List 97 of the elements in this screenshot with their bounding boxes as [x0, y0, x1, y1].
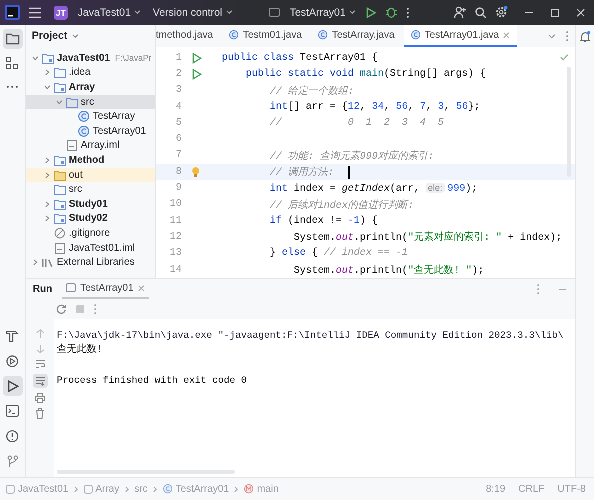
tree-item[interactable]: Study01 — [26, 196, 155, 212]
run-icon[interactable] — [2, 376, 22, 396]
line-number: 10 — [168, 199, 182, 210]
tree-item[interactable]: Method — [26, 153, 155, 168]
tool-window-title: Run — [33, 284, 52, 294]
tree-item[interactable]: src — [26, 182, 155, 197]
view-mode-dropdown[interactable]: Project — [32, 30, 79, 42]
code-line: public class TestArray01 { — [222, 52, 378, 64]
chevron-down-icon — [226, 10, 233, 15]
code-line: int index = getIndex(arr, ele: 999); — [269, 182, 478, 195]
app-logo-icon — [5, 5, 20, 20]
arrow-up-icon[interactable] — [36, 329, 44, 339]
tree-item[interactable]: out — [26, 168, 155, 182]
tree-item[interactable]: Array.iml — [26, 138, 155, 154]
code-line: // 后续对index的值进行判断: — [269, 198, 414, 212]
scroll-to-end-button[interactable] — [32, 374, 48, 388]
debug-icon[interactable] — [385, 6, 398, 19]
line-number: 7 — [174, 150, 182, 162]
line-number: 11 — [168, 216, 182, 227]
tree-item[interactable]: .idea — [26, 66, 155, 80]
project-path: F:\JavaPr — [115, 53, 152, 64]
chevron-down-icon[interactable] — [548, 34, 556, 38]
tree-item[interactable]: External Libraries — [26, 255, 155, 270]
line-number: 13 — [168, 248, 182, 260]
line-number: 6 — [174, 134, 182, 146]
line-number: 1 — [174, 52, 182, 64]
rerun-icon[interactable] — [56, 304, 67, 314]
code-line: public static void main(String[] args) { — [245, 68, 486, 80]
chevron-down-icon — [72, 34, 79, 38]
excluded-folder-icon — [54, 170, 66, 181]
code-line: System.out.println("查无此数! "); — [293, 264, 484, 277]
source-folder-icon — [54, 184, 66, 196]
folder-icon[interactable] — [2, 29, 22, 49]
file-icon — [54, 242, 66, 254]
ignore-file-icon — [54, 228, 66, 239]
close-icon[interactable] — [576, 8, 586, 18]
add-user-icon[interactable] — [454, 6, 467, 19]
console-output-line: 查无此数! — [57, 343, 104, 358]
project-name-dropdown[interactable]: JavaTest01 — [76, 6, 144, 18]
chevron-right-icon — [152, 486, 158, 492]
code-line: // 给定一个数组: — [269, 84, 354, 98]
code-line: if (index != -1) { — [269, 216, 378, 227]
tree-item[interactable]: .gitignore — [26, 226, 155, 241]
tree-item[interactable]: TestArray01 — [26, 124, 155, 139]
code-line: // 调用方法: — [222, 165, 350, 180]
code-line: System.out.println("元素对应的索引: " + index); — [293, 230, 562, 244]
chevron-down-icon — [349, 10, 356, 15]
chevron-right-icon — [124, 486, 130, 492]
settings-icon[interactable] — [495, 6, 508, 19]
chevron-right-icon — [74, 486, 79, 492]
line-number: 14 — [168, 264, 182, 276]
line-number: 12 — [168, 232, 182, 243]
trash-icon[interactable] — [35, 408, 45, 419]
code-line: // 0 1 2 3 4 5 — [269, 118, 444, 129]
line-number: 9 — [174, 183, 182, 194]
bell-icon[interactable] — [580, 31, 590, 43]
console-output-line: Process finished with exit code 0 — [57, 374, 248, 388]
code-line: } else { // index == -1 — [269, 248, 408, 260]
lightbulb-icon[interactable] — [192, 166, 200, 178]
method-icon — [244, 484, 254, 494]
version-control-menu[interactable]: Version control — [151, 6, 235, 18]
more-icon[interactable] — [406, 6, 410, 18]
line-number: 8 — [174, 166, 182, 178]
editor-tab[interactable]: Testm01.java — [222, 25, 310, 47]
menu-icon[interactable] — [28, 6, 42, 18]
editor-tab[interactable]: TestArray01.java — [404, 25, 518, 47]
chevron-down-icon — [134, 10, 142, 15]
tree-item[interactable]: src — [26, 94, 155, 110]
line-number: 5 — [174, 118, 182, 129]
chevron-icon[interactable] — [32, 259, 39, 266]
line-number: 3 — [174, 85, 182, 96]
soft-wrap-icon[interactable] — [34, 359, 46, 369]
library-icon — [42, 257, 54, 268]
search-icon[interactable] — [475, 6, 487, 18]
code-line: int[] arr = {12, 34, 56, 7, 3, 56}; — [269, 102, 480, 113]
tree-item[interactable]: JavaTest01 F:\JavaPr — [26, 51, 155, 66]
editor-tab[interactable]: tmethod.java — [156, 25, 220, 47]
arrow-down-icon[interactable] — [36, 344, 44, 354]
console-output-line: F:\Java\jdk-17\bin\java.exe "-javaagent:F:\IntelliJ IDEA Community Edition 2023.3.3\lib\ — [57, 329, 565, 343]
run-icon[interactable] — [366, 6, 377, 18]
folder-icon — [54, 67, 66, 78]
tree-item[interactable]: TestArray — [26, 109, 155, 124]
run-configuration-selector[interactable]: TestArray01 — [288, 6, 358, 18]
line-number: 4 — [174, 102, 182, 113]
maximize-icon[interactable] — [550, 8, 560, 18]
tree-item[interactable]: JavaTest01.iml — [26, 240, 155, 256]
editor-tab[interactable]: TestArray.java — [311, 25, 402, 47]
tree-item[interactable]: Array — [26, 80, 155, 95]
code-line: // 功能: 查询元素999对应的索引: — [269, 150, 434, 163]
project-badge: JT — [54, 6, 68, 20]
checkmark-icon — [560, 54, 569, 61]
tree-item[interactable]: Study02 — [26, 212, 155, 226]
printer-icon[interactable] — [34, 393, 46, 403]
line-number: 2 — [174, 68, 182, 80]
chevron-right-icon — [234, 486, 240, 492]
file-icon — [66, 140, 78, 152]
source-folder-icon — [66, 96, 78, 108]
